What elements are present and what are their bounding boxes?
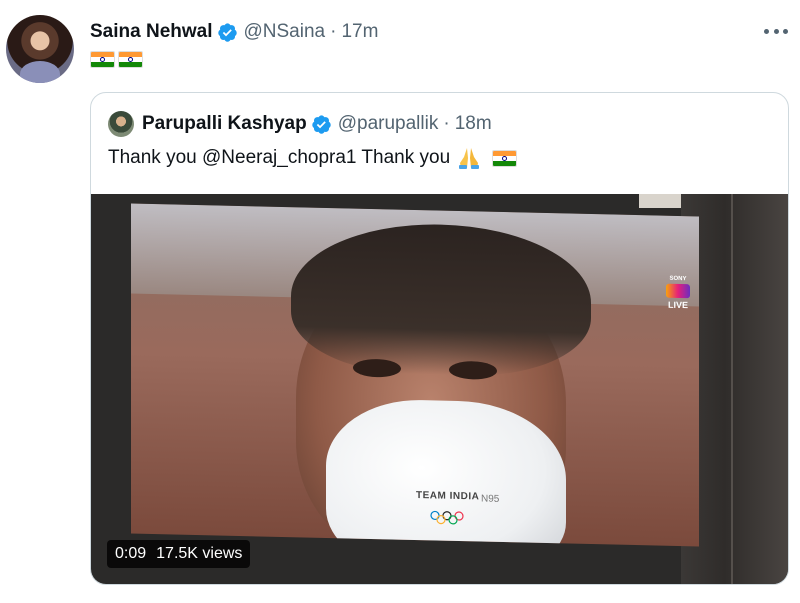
quoted-tweet-text-row: Thank you @Neeraj_chopra1 Thank you <box>108 146 518 170</box>
video-duration: 0:09 <box>115 545 147 562</box>
video-views: 17.5K views <box>156 545 243 562</box>
quoted-author-handle[interactable]: @parupallik <box>338 113 439 135</box>
video-frame-tv-screen: TEAM INDIA N95 SONY LIVE <box>131 203 699 547</box>
author-handle[interactable]: @NSaina <box>244 21 326 43</box>
verified-badge-icon <box>312 114 331 134</box>
quoted-tweet-time[interactable]: 18m <box>455 113 492 135</box>
tweet-text <box>90 51 143 68</box>
india-flag-icon <box>118 51 143 68</box>
tweet-header: Saina Nehwal @NSaina · 17m <box>90 18 378 46</box>
video-background-panel-edge <box>731 194 733 584</box>
quoted-tweet[interactable]: Parupalli Kashyap @parupallik · 18m Than… <box>90 92 789 585</box>
sonyliv-logo-icon <box>666 283 690 299</box>
author-avatar[interactable] <box>6 15 74 83</box>
more-options-icon[interactable] <box>764 24 788 38</box>
olympic-rings-icon <box>430 510 464 525</box>
author-name[interactable]: Saina Nehwal <box>90 21 213 43</box>
more-dot <box>764 28 769 34</box>
tweet-time[interactable]: 17m <box>341 21 378 43</box>
more-dot <box>773 28 779 34</box>
broadcast-live-badge: SONY LIVE <box>661 276 695 317</box>
video-player[interactable]: TEAM INDIA N95 SONY LIVE 0:09 17.5K view <box>91 194 788 584</box>
folded-hands-icon <box>459 148 480 169</box>
india-flag-icon <box>90 51 115 68</box>
quoted-author-name[interactable]: Parupalli Kashyap <box>142 113 307 135</box>
india-flag-icon <box>492 149 518 167</box>
verified-badge-icon <box>217 22 237 42</box>
quoted-tweet-text: Thank you @Neeraj_chopra1 Thank you <box>108 147 451 168</box>
mask-label: TEAM INDIA <box>416 490 480 503</box>
mask-rating: N95 <box>481 493 500 505</box>
separator-dot: · <box>330 21 337 42</box>
avatar-image-detail <box>20 61 60 83</box>
video-info-pill: 0:09 17.5K views <box>107 540 251 568</box>
more-dot <box>783 28 788 34</box>
quoted-author-avatar[interactable] <box>108 111 134 137</box>
separator-dot: · <box>443 113 450 134</box>
live-label: LIVE <box>667 299 688 311</box>
broadcast-brand: SONY <box>669 275 687 283</box>
tweet[interactable]: Saina Nehwal @NSaina · 17m Parupalli Kas… <box>0 0 800 603</box>
quoted-tweet-header: Parupalli Kashyap @parupallik · 18m <box>108 110 492 138</box>
